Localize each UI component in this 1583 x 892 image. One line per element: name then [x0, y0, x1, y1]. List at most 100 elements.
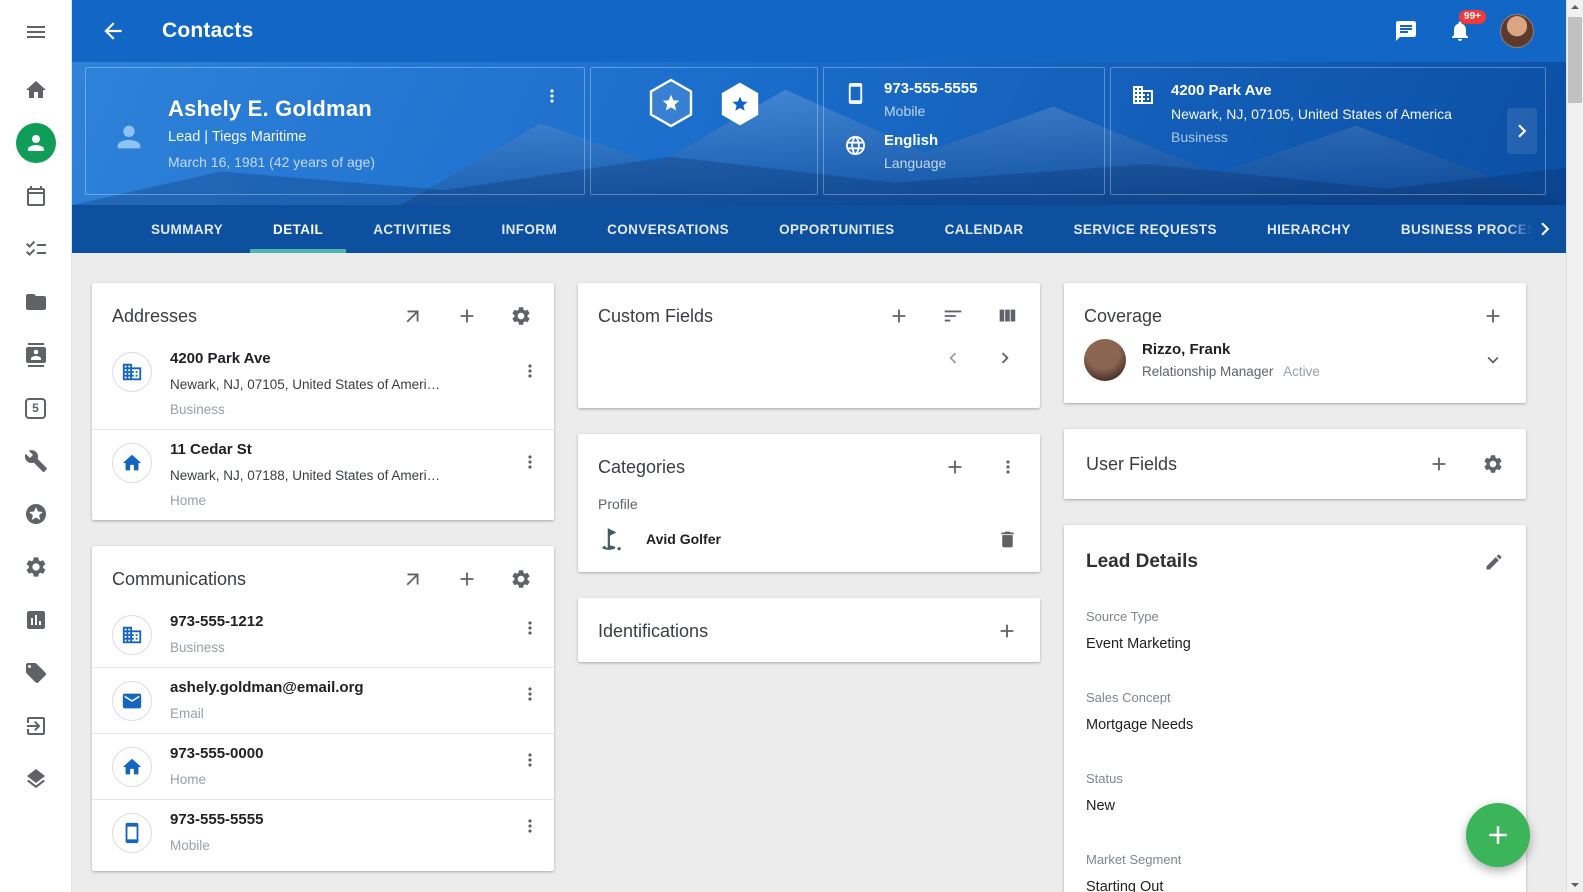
add-icon[interactable]	[456, 568, 478, 590]
profile-more-icon[interactable]	[542, 86, 562, 106]
building-icon	[112, 352, 152, 392]
addresses-header: Addresses	[92, 283, 554, 339]
add-icon[interactable]	[888, 305, 910, 327]
scroll-down-icon[interactable]	[1571, 883, 1579, 887]
address-line1: 4200 Park Ave	[170, 349, 520, 369]
tab-hierarchy[interactable]: HIERARCHY	[1242, 205, 1376, 253]
lead-field-value: Starting Out	[1086, 877, 1504, 892]
left-nav-rail: 5	[0, 0, 72, 892]
category-row[interactable]: Avid Golfer	[578, 512, 1040, 572]
add-icon	[1483, 820, 1513, 850]
tasks-icon[interactable]	[16, 229, 56, 269]
sort-icon[interactable]	[942, 305, 964, 327]
address-row[interactable]: 4200 Park Ave Newark, NJ, 07105, United …	[92, 339, 554, 429]
add-icon[interactable]	[456, 305, 478, 327]
categories-title: Categories	[598, 457, 944, 478]
analytics-icon[interactable]	[16, 600, 56, 640]
tabs-overflow-chevron-icon[interactable]	[1504, 205, 1566, 253]
communication-row[interactable]: 973-555-1212 Business	[92, 602, 554, 667]
identifications-actions	[996, 620, 1018, 642]
add-icon[interactable]	[1428, 453, 1450, 475]
columns-icon[interactable]	[996, 305, 1018, 327]
rewards-icon[interactable]	[16, 494, 56, 534]
tab-summary[interactable]: SUMMARY	[126, 205, 248, 253]
lead-details-actions	[1484, 552, 1504, 572]
star-hexagon-badge-icon[interactable]	[648, 78, 694, 128]
addresses-actions	[402, 305, 532, 327]
contact-tab-bar: SUMMARY DETAIL ACTIVITIES INFORM CONVERS…	[72, 205, 1566, 253]
vertical-scrollbar[interactable]	[1566, 0, 1583, 892]
detail-content: Addresses 4200 Park Ave Newark,	[72, 253, 1566, 892]
expand-chevron-icon[interactable]	[1482, 349, 1504, 371]
notification-badge: 99+	[1459, 10, 1486, 24]
tags-icon[interactable]	[16, 653, 56, 693]
add-icon[interactable]	[944, 456, 966, 478]
row-more-icon[interactable]	[520, 816, 540, 836]
edit-icon[interactable]	[1484, 552, 1504, 572]
contacts-nav-icon[interactable]	[16, 123, 56, 163]
next-page-icon[interactable]	[994, 347, 1016, 369]
layers-icon[interactable]	[16, 759, 56, 799]
open-icon[interactable]	[402, 568, 424, 590]
lead-field-label: Sales Concept	[1086, 690, 1504, 706]
tab-activities[interactable]: ACTIVITIES	[348, 205, 476, 253]
sign-out-icon[interactable]	[16, 706, 56, 746]
email-icon	[112, 681, 152, 721]
coverage-avatar	[1084, 339, 1126, 381]
delete-icon[interactable]	[997, 529, 1018, 550]
tab-opportunities[interactable]: OPPORTUNITIES	[754, 205, 919, 253]
hero-phone-label: Mobile	[884, 103, 977, 119]
prev-page-icon[interactable]	[942, 347, 964, 369]
settings-nav-icon[interactable]	[16, 547, 56, 587]
add-icon[interactable]	[1482, 305, 1504, 327]
home-icon[interactable]	[16, 70, 56, 110]
row-more-icon[interactable]	[520, 618, 540, 638]
row-more-icon[interactable]	[520, 361, 540, 381]
home-icon	[112, 443, 152, 483]
row-more-icon[interactable]	[520, 750, 540, 770]
settings-icon[interactable]	[510, 568, 532, 590]
scrollbar-thumb[interactable]	[1568, 17, 1582, 103]
categories-actions	[944, 456, 1018, 478]
add-fab-button[interactable]	[1466, 803, 1530, 867]
tools-icon[interactable]	[16, 441, 56, 481]
hero-address-line1: 4200 Park Ave	[1171, 82, 1452, 99]
category-label: Avid Golfer	[646, 531, 997, 547]
hero-address-panel: 4200 Park Ave Newark, NJ, 07105, United …	[1110, 67, 1546, 195]
app-window: 5 Contacts 99+	[0, 0, 1583, 892]
contact-cards-icon[interactable]	[16, 335, 56, 375]
coverage-title: Coverage	[1084, 306, 1482, 327]
calendar-icon[interactable]	[16, 176, 56, 216]
back-icon[interactable]	[100, 18, 126, 44]
user-avatar[interactable]	[1500, 14, 1534, 48]
settings-icon[interactable]	[1482, 453, 1504, 475]
address-row[interactable]: 11 Cedar St Newark, NJ, 07188, United St…	[92, 429, 554, 520]
settings-icon[interactable]	[510, 305, 532, 327]
folder-icon[interactable]	[16, 282, 56, 322]
tab-conversations[interactable]: CONVERSATIONS	[582, 205, 754, 253]
communication-row[interactable]: ashely.goldman@email.org Email	[92, 667, 554, 733]
hero-next-chevron-icon[interactable]	[1507, 108, 1537, 154]
identifications-card: Identifications	[578, 598, 1040, 662]
communication-row[interactable]: 973-555-5555 Mobile	[92, 799, 554, 865]
tab-inform[interactable]: INFORM	[476, 205, 582, 253]
row-more-icon[interactable]	[520, 684, 540, 704]
address-type: Home	[170, 491, 520, 510]
more-icon[interactable]	[998, 457, 1018, 477]
bell-icon[interactable]: 99+	[1448, 19, 1472, 43]
tab-service-requests[interactable]: SERVICE REQUESTS	[1049, 205, 1242, 253]
coverage-row[interactable]: Rizzo, Frank Relationship Manager Active	[1064, 335, 1526, 403]
menu-icon[interactable]	[16, 12, 56, 52]
tab-detail[interactable]: DETAIL	[248, 205, 348, 253]
tab-calendar[interactable]: CALENDAR	[920, 205, 1049, 253]
communication-row[interactable]: 973-555-0000 Home	[92, 733, 554, 799]
chat-icon[interactable]	[1394, 19, 1418, 43]
scroll-up-icon[interactable]	[1571, 5, 1579, 9]
row-more-icon[interactable]	[520, 452, 540, 472]
service-requests-icon[interactable]: 5	[16, 388, 56, 428]
open-icon[interactable]	[402, 305, 424, 327]
add-icon[interactable]	[996, 620, 1018, 642]
custom-fields-title: Custom Fields	[598, 306, 888, 327]
star-hexagon-filled-badge-icon[interactable]	[720, 82, 760, 126]
home-icon	[112, 747, 152, 787]
